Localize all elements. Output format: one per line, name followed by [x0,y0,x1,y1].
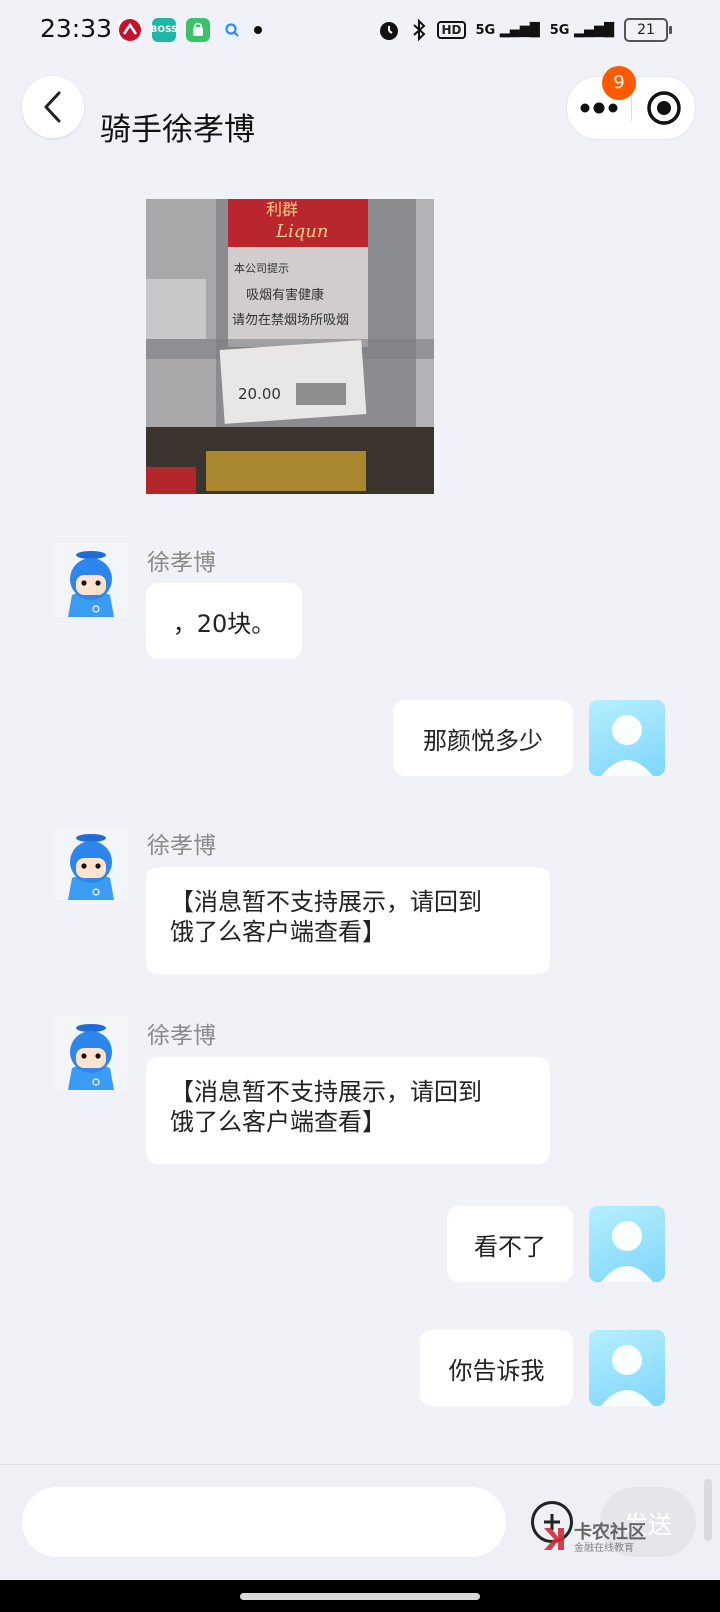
scrollbar-handle[interactable] [704,1479,712,1541]
back-button[interactable] [22,76,84,138]
message-input[interactable] [22,1487,506,1557]
message-text: ，20块。 [172,609,276,638]
signal-2-label: 5G [549,22,570,38]
watermark-subtitle: 金融在线教育 [574,1543,634,1554]
rider-mascot-icon [54,1016,128,1090]
chat-input-bar: 发送 卡农社区 金融在线教育 [0,1464,720,1581]
boss-app-label: BOSS [150,25,178,35]
default-user-icon [601,1221,653,1282]
message-text: 看不了 [474,1232,546,1261]
home-indicator[interactable] [240,1593,480,1600]
my-message-bubble[interactable]: 你告诉我 [420,1330,573,1406]
shopping-app-icon [186,18,210,42]
search-app-icon [220,18,244,42]
warn-line-2: 吸烟有害健康 [246,287,324,303]
watermark: 卡农社区 金融在线教育 [540,1523,646,1555]
watermark-logo-icon [544,1528,564,1550]
price-tag-text: 20.00 [238,385,281,403]
chat-image-message[interactable]: 利群 Liqun 本公司提示 吸烟有害健康 请勿在禁烟场所吸烟 20.00 [146,199,434,494]
my-avatar[interactable] [589,1330,665,1406]
my-avatar[interactable] [589,1206,665,1282]
bluetooth-icon [413,18,426,42]
system-nav-bar [0,1580,720,1612]
status-bar: 23:33 BOSS HD 5G ▂▄▆█ 5G ▂▄▆█ 21 [0,0,720,64]
default-user-icon [601,715,653,776]
my-message-bubble[interactable]: 看不了 [447,1206,573,1282]
close-mini-program-button[interactable] [632,77,695,139]
chevron-left-icon [44,91,61,123]
signal-5g-1: 5G ▂▄▆█ [475,22,540,38]
page-title: 骑手徐孝博 [100,112,255,148]
rider-avatar[interactable] [54,826,128,900]
message-bubble[interactable]: 【消息暂不支持展示，请回到 饿了么客户端查看】 [146,1057,550,1164]
my-avatar[interactable] [589,700,665,776]
message-text: 你告诉我 [448,1356,545,1385]
sender-name: 徐孝博 [147,1023,216,1049]
message-text-line: 饿了么客户端查看】 [170,1108,386,1136]
notification-dot-icon [254,26,262,34]
sender-name: 徐孝博 [147,550,216,576]
rider-avatar[interactable] [54,543,128,617]
rider-mascot-icon [54,543,128,617]
brand-cn-text: 利群 [266,200,298,219]
message-text-line: 【消息暂不支持展示，请回到 [170,1078,482,1106]
boss-app-icon: BOSS [150,18,178,42]
cigarette-price-photo: 利群 Liqun 本公司提示 吸烟有害健康 请勿在禁烟场所吸烟 20.00 [146,199,434,494]
message-bubble[interactable]: ，20块。 [146,583,302,659]
bank-app-icon [118,18,142,42]
message-bubble[interactable]: 【消息暂不支持展示，请回到 饿了么客户端查看】 [146,867,550,974]
sender-name: 徐孝博 [147,833,216,859]
message-text-line: 【消息暂不支持展示，请回到 [170,888,482,916]
signal-5g-2: 5G ▂▄▆█ [549,22,614,38]
message-text: 那颜悦多少 [423,726,543,755]
warn-line-3: 请勿在禁烟场所吸烟 [232,313,349,328]
alarm-icon [380,22,399,40]
battery-icon: 21 [624,18,672,42]
hd-icon: HD [437,21,466,39]
signal-1-label: 5G [475,22,496,38]
rider-avatar[interactable] [54,1016,128,1090]
status-indicators: HD 5G ▂▄▆█ 5G ▂▄▆█ 21 [377,18,672,42]
status-app-icons: BOSS [118,18,262,42]
warn-line-1: 本公司提示 [234,261,289,275]
rider-mascot-icon [54,826,128,900]
message-text-line: 饿了么客户端查看】 [170,918,386,946]
watermark-title: 卡农社区 [574,1522,646,1543]
target-icon [646,91,681,125]
more-dots-icon [580,102,618,114]
default-user-icon [601,1345,653,1406]
brand-en-text: Liqun [275,221,328,242]
my-message-bubble[interactable]: 那颜悦多少 [393,700,573,776]
watermark-text: 卡农社区 金融在线教育 [574,1523,646,1555]
notification-badge: 9 [602,66,636,100]
status-time: 23:33 [40,14,113,43]
